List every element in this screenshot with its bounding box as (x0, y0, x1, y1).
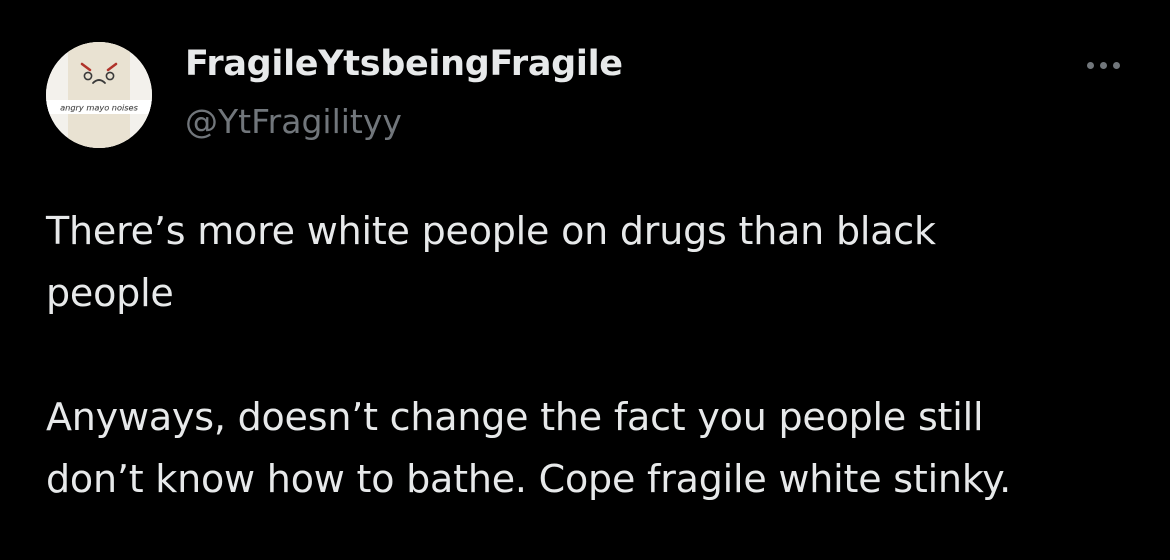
tweet-paragraph: Anyways, doesn’t change the fact you peo… (46, 386, 1126, 510)
author-handle[interactable]: @YtFragilityy (185, 102, 402, 141)
tweet-line: don’t know how to bathe. Cope fragile wh… (46, 457, 1012, 501)
tweet-text: There’s more white people on drugs than … (46, 200, 1126, 510)
more-horizontal-icon (1086, 61, 1120, 69)
author-display-name[interactable]: FragileYtsbeingFragile (185, 44, 623, 84)
tweet-line: There’s more white people on drugs than … (46, 209, 936, 253)
avatar-caption: angry mayo noises (60, 103, 138, 113)
tweet-line: Anyways, doesn’t change the fact you peo… (46, 395, 984, 439)
tweet-card: angry mayo noises FragileYtsbeingFragile… (0, 0, 1170, 560)
tweet-line: people (46, 271, 174, 315)
tweet-paragraph: There’s more white people on drugs than … (46, 200, 1126, 324)
angry-mayo-face-icon: angry mayo noises (46, 42, 152, 148)
avatar[interactable]: angry mayo noises (46, 42, 152, 148)
more-options-button[interactable] (1078, 50, 1128, 80)
